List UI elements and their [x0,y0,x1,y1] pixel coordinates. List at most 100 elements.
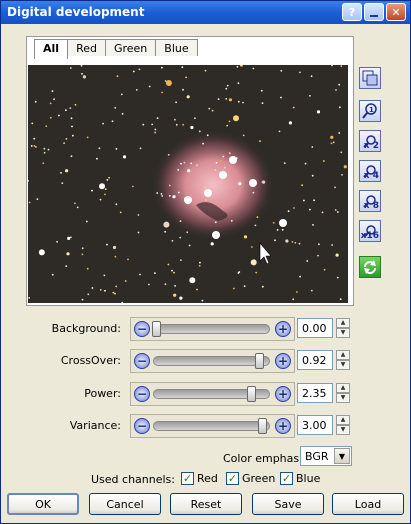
crossover-spinner[interactable]: ▲ ▼ [336,350,350,370]
blue-channel-checkbox[interactable]: ✓ Blue [280,472,320,485]
slider-thumb[interactable] [246,386,256,402]
star [81,73,83,75]
star [288,121,292,125]
slider-thumb[interactable] [152,321,162,337]
star [299,71,301,74]
slider-thumb[interactable] [258,418,268,434]
star [274,239,276,242]
background-value-input[interactable]: 0.00 [297,318,333,338]
star [188,244,191,247]
star [323,268,326,271]
star [154,128,157,131]
variance-value-input[interactable]: 3.00 [297,415,333,435]
cancel-button[interactable]: Cancel [89,493,161,515]
reset-button[interactable]: Reset [170,493,242,515]
star [72,134,74,137]
preview-image[interactable] [28,65,348,303]
save-button[interactable]: Save [252,493,324,515]
star [179,296,183,300]
decrease-button[interactable]: − [134,386,150,402]
tab-green[interactable]: Green [104,39,157,56]
color-emphasis-select[interactable]: BGR ▼ [300,446,352,466]
zoom-8x-button[interactable]: x 8 [359,190,381,212]
red-channel-checkbox[interactable]: ✓ Red [181,472,218,485]
increase-button[interactable]: + [275,418,291,434]
star [114,107,117,109]
green-channel-label: Green [242,472,276,485]
star [65,109,67,112]
star [225,87,228,90]
svg-text:1: 1 [369,106,374,114]
zoom-2x-button[interactable]: x 2 [359,130,381,152]
spin-down-icon[interactable]: ▼ [336,425,350,435]
background-spinner[interactable]: ▲ ▼ [336,318,350,338]
tab-all[interactable]: All [34,39,69,59]
spin-up-icon[interactable]: ▲ [336,383,350,393]
star [91,189,93,192]
spin-down-icon[interactable]: ▼ [336,328,350,338]
star [135,89,138,91]
star [303,199,305,202]
variance-spinner[interactable]: ▲ ▼ [336,415,350,435]
spin-down-icon[interactable]: ▼ [336,360,350,370]
star [179,220,182,223]
fit-window-button[interactable] [359,67,381,89]
spin-down-icon[interactable]: ▼ [336,393,350,403]
decrease-button[interactable]: − [134,353,150,369]
crossover-value-input[interactable]: 0.92 [297,350,333,370]
tab-red[interactable]: Red [67,39,106,56]
spin-up-icon[interactable]: ▲ [336,318,350,328]
close-icon: ✕ [391,5,401,19]
spin-up-icon[interactable]: ▲ [336,350,350,360]
decrease-button[interactable]: − [134,321,150,337]
star [196,164,198,167]
slider-track[interactable] [153,418,270,434]
star [99,183,105,190]
star [167,263,170,266]
help-button[interactable]: ? [342,3,362,21]
load-button[interactable]: Load [332,493,404,515]
star [202,142,205,145]
slider-track[interactable] [152,321,270,337]
star [63,142,65,144]
slider-thumb[interactable] [254,353,264,369]
checkmark-icon: ✓ [181,472,194,485]
green-channel-checkbox[interactable]: ✓ Green [226,472,275,485]
refresh-button[interactable] [359,256,381,278]
star [174,285,177,287]
spin-up-icon[interactable]: ▲ [336,415,350,425]
star [81,247,84,250]
star [183,161,186,164]
increase-button[interactable]: + [275,386,291,402]
power-value-input[interactable]: 2.35 [297,383,333,403]
star [233,115,239,122]
chevron-down-icon[interactable]: ▼ [334,448,350,464]
star [196,288,198,291]
star [98,147,101,150]
close-button[interactable]: ✕ [386,3,406,21]
slider-track[interactable] [153,353,270,369]
star [85,220,88,223]
star [102,122,104,125]
increase-button[interactable]: + [275,321,291,337]
zoom-4x-button[interactable]: x 4 [359,160,381,182]
slider-track[interactable] [153,386,270,402]
star [206,134,209,137]
decrease-button[interactable]: − [134,418,150,434]
increase-button[interactable]: + [275,353,291,369]
star [334,186,336,189]
star [336,276,339,279]
minimize-button[interactable] [364,3,384,21]
dialog-window: Digital development ? ✕ All Red Green Bl… [0,0,411,524]
star [86,136,89,139]
zoom-16x-button[interactable]: x16 [359,220,381,242]
star [164,230,167,233]
bright-star [249,179,257,187]
star [309,208,311,211]
tab-blue[interactable]: Blue [155,39,198,56]
star [199,261,201,264]
ok-button[interactable]: OK [7,493,79,515]
star [172,195,176,199]
zoom-1x-button[interactable]: 1 [359,100,381,122]
power-spinner[interactable]: ▲ ▼ [336,383,350,403]
